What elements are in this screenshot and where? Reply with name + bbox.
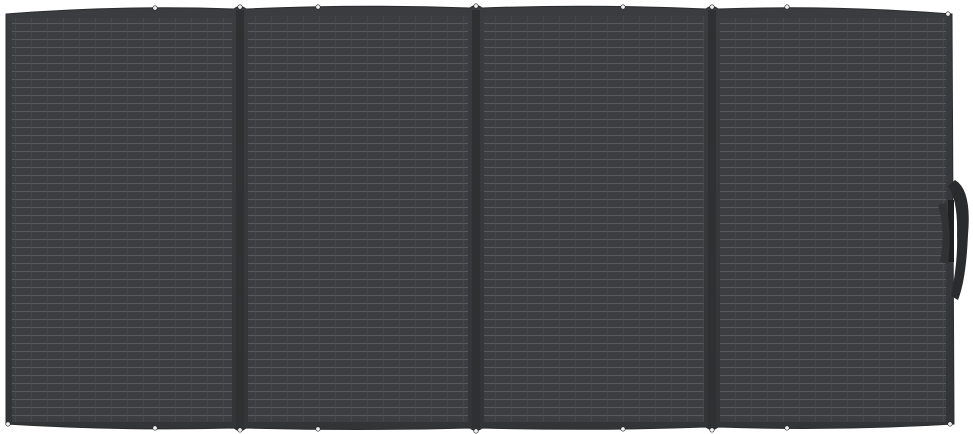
grommet-icon bbox=[5, 421, 11, 427]
grommet-icon bbox=[784, 4, 790, 10]
solar-panel-image bbox=[5, 3, 969, 434]
grommet-icon bbox=[945, 11, 951, 17]
grommet-icon bbox=[473, 428, 479, 434]
hinge-3 bbox=[708, 10, 716, 428]
panel-2-cells bbox=[248, 16, 468, 422]
grommet-icon bbox=[709, 427, 715, 433]
grommet-icon bbox=[152, 425, 158, 431]
grommet-icon bbox=[709, 4, 715, 10]
grommet-icon bbox=[315, 426, 321, 432]
grommet-icon bbox=[473, 3, 479, 9]
grommet-icon bbox=[784, 425, 790, 431]
panel-1-cells bbox=[12, 18, 232, 422]
panel-4-cells bbox=[720, 18, 946, 422]
grommet-icon bbox=[620, 426, 626, 432]
grommet-icon bbox=[152, 5, 158, 11]
hinge-1 bbox=[236, 10, 244, 428]
grommet-icon bbox=[237, 4, 243, 10]
grommet-icon bbox=[315, 4, 321, 10]
panel-3-cells bbox=[484, 16, 704, 422]
grommet-icon bbox=[237, 427, 243, 433]
grommet-icon bbox=[620, 4, 626, 10]
grommet-icon bbox=[947, 421, 953, 427]
hinge-2 bbox=[472, 10, 480, 428]
